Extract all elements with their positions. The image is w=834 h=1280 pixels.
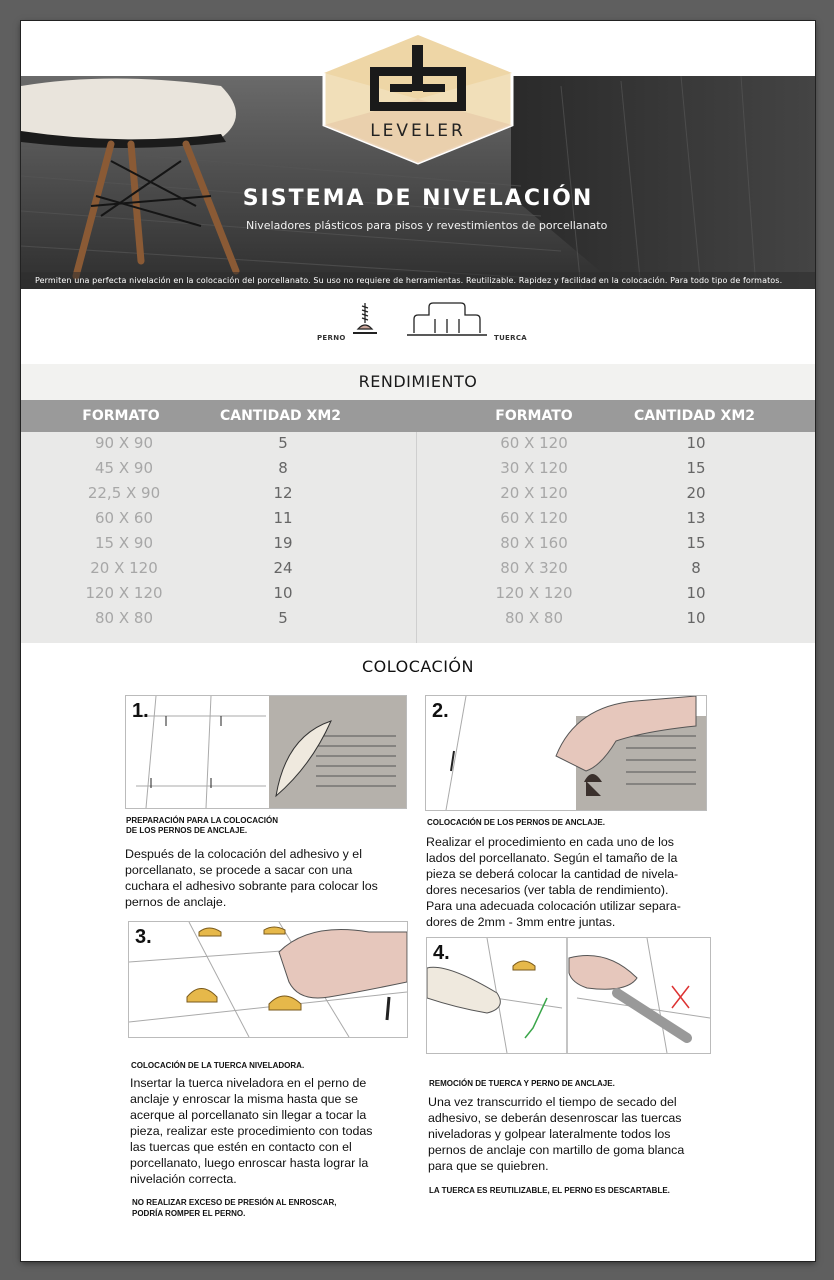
table-cell-format: 120 X 120 [495, 584, 573, 602]
table-cell-format: 80 X 80 [505, 609, 563, 627]
step-4-heading: REMOCIÓN DE TUERCA Y PERNO DE ANCLAJE. [429, 1079, 615, 1088]
hero-benefits-strip: Permiten una perfecta nivelación en la c… [35, 276, 783, 285]
table-cell-qty: 11 [273, 509, 293, 527]
step-1-body: Después de la colocación del adhesivo y … [125, 847, 378, 909]
hero-title: SISTEMA DE NIVELACIÓN [242, 186, 594, 211]
table-cell-format: 60 X 120 [500, 509, 568, 527]
step-3-number: 3. [135, 926, 152, 948]
table-cell-qty: 8 [691, 559, 701, 577]
table-cell-format: 30 X 120 [500, 459, 568, 477]
table-cell-qty: 10 [686, 584, 706, 602]
perno-label: PERNO [317, 334, 346, 342]
hero-subtitle: Niveladores plásticos para pisos y reves… [246, 219, 608, 232]
colocacion-title: COLOCACIÓN [362, 657, 474, 676]
table-cell-format: 80 X 320 [500, 559, 568, 577]
table-cell-format: 60 X 60 [95, 509, 153, 527]
table-cell-qty: 19 [273, 534, 293, 552]
step-4-body: Una vez transcurrido el tiempo de secado… [428, 1095, 685, 1173]
table-cell-format: 60 X 120 [500, 434, 568, 452]
logo-badge [322, 33, 514, 165]
table-cell-format: 120 X 120 [85, 584, 163, 602]
table-cell-qty: 5 [278, 434, 288, 452]
table-cell-qty: 5 [278, 609, 288, 627]
flyer-page: SISTEMA DE NIVELACIÓN Niveladores plásti… [21, 21, 815, 1261]
step-2-heading: COLOCACIÓN DE LOS PERNOS DE ANCLAJE. [427, 818, 605, 827]
table-cell-qty: 10 [686, 434, 706, 452]
table-cell-qty: 10 [686, 609, 706, 627]
table-cell-format: 15 X 90 [95, 534, 153, 552]
col-header-qty-right: CANTIDAD XM2 [633, 408, 755, 424]
step-1-number: 1. [132, 700, 149, 722]
table-cell-qty: 20 [686, 484, 706, 502]
table-cell-qty: 15 [686, 534, 706, 552]
parts-illustration: PERNO TUERCA [311, 299, 531, 349]
table-cell-format: 45 X 90 [95, 459, 153, 477]
table-cell-qty: 24 [273, 559, 293, 577]
step-4-note: LA TUERCA ES REUTILIZABLE, EL PERNO ES D… [429, 1186, 670, 1195]
step-3-body: Insertar la tuerca niveladora en el pern… [130, 1076, 373, 1186]
table-cell-format: 20 X 120 [500, 484, 568, 502]
table-cell-qty: 15 [686, 459, 706, 477]
tuerca-icon [407, 302, 487, 336]
table-cell-format: 90 X 90 [95, 434, 153, 452]
table-cell-format: 80 X 160 [500, 534, 568, 552]
step-2-body: Realizar el procedimiento en cada uno de… [426, 835, 681, 929]
table-cell-qty: 12 [273, 484, 293, 502]
table-body: 90 X 90 5 45 X 90 8 22,5 X 90 12 60 X 60 11 15 X… [21, 432, 815, 643]
step-2-illustration: 2. [425, 695, 707, 811]
table-cell-qty: 8 [278, 459, 288, 477]
tuerca-label: TUERCA [494, 334, 527, 342]
table-divider [416, 432, 417, 643]
step-3-illustration: 3. [128, 921, 408, 1038]
step-3-warning: NO REALIZAR EXCESO DE PRESIÓN AL ENROSCA… [132, 1198, 337, 1218]
col-header-qty-left: CANTIDAD XM2 [219, 408, 341, 424]
col-header-format-right: FORMATO [495, 408, 573, 424]
leveler-logo: LEVELER [320, 33, 516, 165]
rendimiento-title: RENDIMIENTO [21, 364, 815, 400]
table-cell-qty: 10 [273, 584, 293, 602]
table-cell-qty: 13 [686, 509, 706, 527]
step-1-heading: PREPARACIÓN PARA LA COLOCACIÓN DE LOS PE… [126, 816, 278, 835]
step-4-number: 4. [433, 942, 450, 964]
step-2-number: 2. [432, 700, 449, 722]
table-cell-format: 22,5 X 90 [87, 484, 161, 502]
table-header: FORMATO CANTIDAD XM2 FORMATO CANTIDAD XM… [21, 400, 815, 432]
step-4-illustration: 4. [426, 937, 711, 1054]
col-header-format-left: FORMATO [82, 408, 160, 424]
step-3-heading: COLOCACIÓN DE LA TUERCA NIVELADORA. [131, 1061, 305, 1070]
perno-icon [353, 303, 377, 334]
table-cell-format: 20 X 120 [90, 559, 158, 577]
step-1-illustration: 1. [125, 695, 407, 809]
table-cell-format: 80 X 80 [95, 609, 153, 627]
logo-wordmark: LEVELER [370, 121, 466, 141]
